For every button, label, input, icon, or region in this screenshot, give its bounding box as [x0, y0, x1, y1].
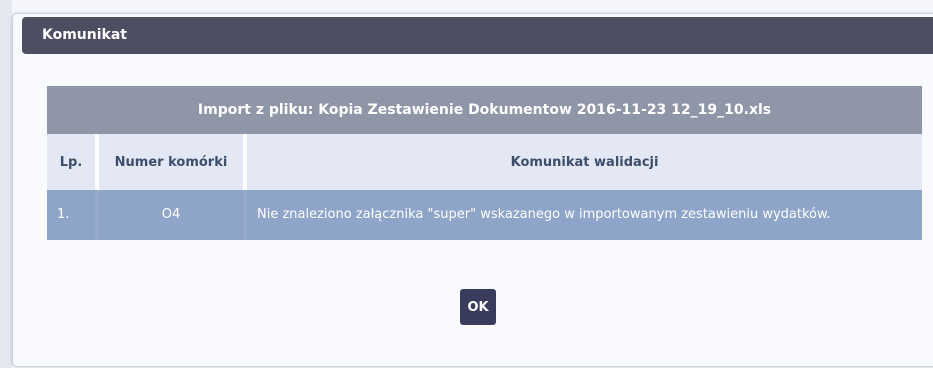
table-row: 1. O4 Nie znaleziono załącznika "super" … — [47, 190, 923, 240]
table-caption: Import z pliku: Kopia Zestawienie Dokume… — [47, 86, 923, 134]
row-validation-message: Nie znaleziono załącznika "super" wskaza… — [245, 190, 923, 240]
row-cell-number: O4 — [97, 190, 247, 240]
dialog-title: Komunikat — [42, 27, 127, 43]
column-header-lp: Lp. — [47, 134, 99, 190]
dialog-header: Komunikat — [22, 17, 933, 54]
validation-table: Import z pliku: Kopia Zestawienie Dokume… — [47, 86, 923, 240]
message-dialog: Komunikat Import z pliku: Kopia Zestawie… — [12, 13, 933, 367]
validation-table-container: Import z pliku: Kopia Zestawienie Dokume… — [47, 86, 923, 240]
column-header-cell-number: Numer komórki — [97, 134, 247, 190]
ok-button[interactable]: OK — [460, 289, 496, 325]
row-lp: 1. — [47, 190, 99, 240]
column-header-validation-message: Komunikat walidacji — [245, 134, 923, 190]
table-header-row: Lp. Numer komórki Komunikat walidacji — [47, 134, 923, 190]
background-strip — [0, 0, 12, 368]
table-caption-row: Import z pliku: Kopia Zestawienie Dokume… — [47, 86, 923, 134]
